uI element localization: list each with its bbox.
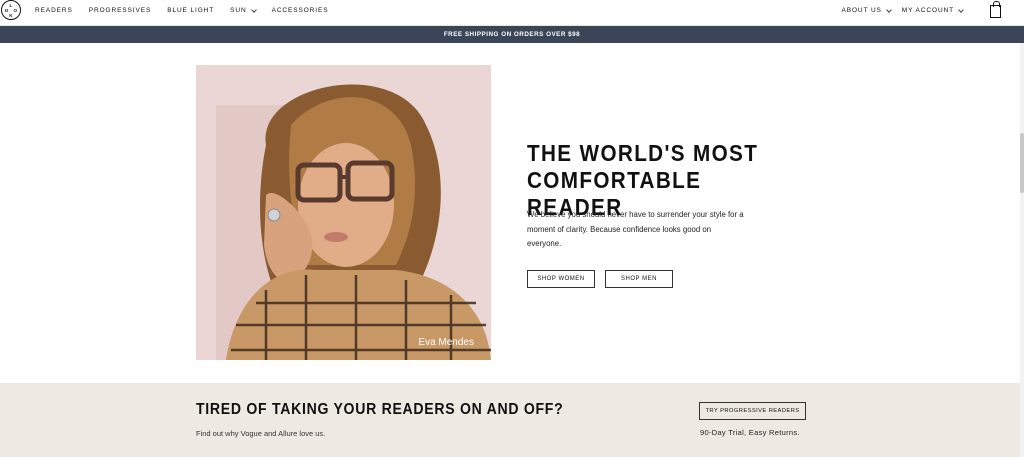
nav-label: BLUE LIGHT xyxy=(167,7,215,14)
nav-accessories[interactable]: ACCESSORIES xyxy=(272,7,329,14)
scrollbar-thumb[interactable] xyxy=(1020,133,1024,193)
try-progressive-readers-button[interactable]: TRY PROGRESSIVE READERS xyxy=(699,402,806,420)
hero-photo: Eva Mendes xyxy=(196,65,491,360)
nav-label: SUN xyxy=(230,7,247,14)
shopping-bag-icon[interactable] xyxy=(990,1,1001,18)
nav-about-us[interactable]: ABOUT US xyxy=(841,6,892,14)
nav-label: ACCESSORIES xyxy=(271,7,329,14)
logo-letter: O xyxy=(13,8,18,13)
page-scrollbar[interactable] xyxy=(1020,43,1024,457)
progressives-promo-band: TIRED OF TAKING YOUR READERS ON AND OFF?… xyxy=(0,383,1020,457)
nav-blue-light[interactable]: BLUE LIGHT xyxy=(167,7,214,14)
nav-progressives[interactable]: PROGRESSIVES xyxy=(89,7,151,14)
nav-label: ABOUT US xyxy=(841,7,882,14)
hero-title-line: THE WORLD'S MOST xyxy=(527,140,759,166)
shop-men-button[interactable]: SHOP MEN xyxy=(605,270,673,288)
primary-nav: READERS PROGRESSIVES BLUE LIGHT SUN ACCE… xyxy=(35,6,344,14)
hero-description: We believe you should never have to surr… xyxy=(527,210,744,248)
hero-photo-illustration xyxy=(196,65,491,360)
nav-my-account[interactable]: MY ACCOUNT xyxy=(901,6,964,14)
chevron-down-icon xyxy=(885,6,892,13)
free-shipping-banner: FREE SHIPPING ON ORDERS OVER $98 xyxy=(0,26,1024,43)
secondary-nav: ABOUT US MY ACCOUNT xyxy=(841,6,974,14)
nav-label: READERS xyxy=(35,7,73,14)
trial-note: 90-Day Trial, Easy Returns. xyxy=(700,428,800,437)
chevron-down-icon xyxy=(958,6,964,13)
logo-letter: O xyxy=(4,8,9,13)
nav-sun[interactable]: SUN xyxy=(230,6,257,14)
nav-label: MY ACCOUNT xyxy=(901,7,954,14)
chevron-down-icon xyxy=(250,6,257,13)
top-navigation: L OO K READERS PROGRESSIVES BLUE LIGHT S… xyxy=(0,0,1024,26)
photo-caption: Eva Mendes xyxy=(418,337,474,348)
shop-women-button[interactable]: SHOP WOMEN xyxy=(527,270,595,288)
nav-readers[interactable]: READERS xyxy=(35,7,73,14)
brand-logo[interactable]: L OO K xyxy=(1,0,21,20)
nav-label: PROGRESSIVES xyxy=(88,7,152,14)
logo-letter: K xyxy=(9,13,13,18)
promo-title: TIRED OF TAKING YOUR READERS ON AND OFF? xyxy=(196,401,564,418)
promo-subtitle: Find out why Vogue and Allure love us. xyxy=(196,429,326,438)
